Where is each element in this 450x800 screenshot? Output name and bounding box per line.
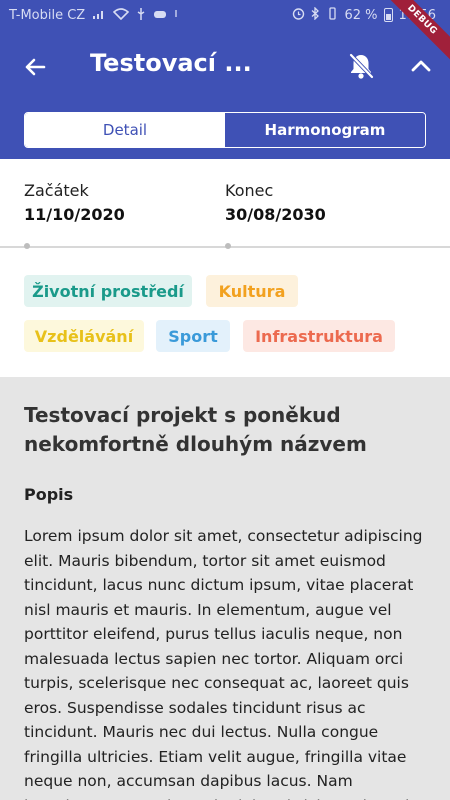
alarm-icon [292,7,305,23]
project-detail-content: Testovací projekt s poněkud nekomfortně … [0,377,450,800]
tag-sport: Sport [156,320,230,352]
tag-zivotni-prostredi: Životní prostředí [24,275,192,307]
battery-icon [383,8,393,22]
chevron-up-icon [411,60,431,72]
vibrate-icon [326,7,339,23]
project-title: Testovací projekt s poněkud nekomfortně … [24,403,367,456]
signal-icon [92,8,106,23]
start-date-value: 11/10/2020 [24,205,125,224]
usb-icon [136,7,146,24]
page-title: Testovací ... [90,49,252,77]
end-date-label: Konec [225,181,274,200]
project-dates-section: Začátek 11/10/2020 Konec 30/08/2030 Živo… [0,159,450,377]
app-bar: Testovací ... Detail Harmonogram [0,32,450,159]
bell-off-icon [349,53,374,79]
status-bar: T-Mobile CZ 62 % 17:56 [0,0,450,32]
bluetooth-icon [311,6,320,23]
description-heading: Popis [24,485,74,504]
game-icon [153,8,167,23]
end-date-value: 30/08/2030 [225,205,326,224]
carrier-label: T-Mobile CZ [9,8,86,23]
notification-small-icon [174,8,180,23]
back-button[interactable] [20,52,50,82]
back-arrow-icon [25,58,46,76]
tag-vzdelavani: Vzdělávání [24,320,144,352]
tag-kultura: Kultura [206,275,298,307]
timeline-start-marker [24,243,30,249]
tag-infrastruktura: Infrastruktura [243,320,395,352]
wifi-icon [113,8,130,23]
segmented-tabs: Detail Harmonogram [24,112,426,148]
timeline-end-marker [225,243,231,249]
tab-detail[interactable]: Detail [25,113,225,147]
start-date-label: Začátek [24,181,89,200]
collapse-button[interactable] [407,52,435,80]
description-text: Lorem ipsum dolor sit amet, consectetur … [24,527,423,800]
tab-harmonogram[interactable]: Harmonogram [225,113,425,147]
notifications-toggle-button[interactable] [345,50,377,82]
battery-percent: 62 % [344,7,378,23]
